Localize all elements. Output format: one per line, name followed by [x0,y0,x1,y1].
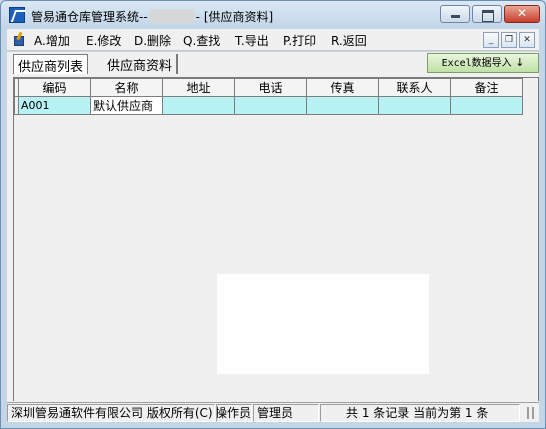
cell-phone[interactable] [234,96,307,115]
cell-fax[interactable] [306,96,379,115]
child-restore-icon[interactable]: ❐ [501,32,517,48]
column-header-phone[interactable]: 电话 [234,78,307,97]
status-operator-label: 操作员: [216,404,252,422]
status-bar: 深圳管易通软件有限公司 版权所有(C) 操作员: 管理员 共 1 条记录 当前为… [7,402,539,422]
status-operator-value: 管理员 [253,404,319,422]
cell-name[interactable]: 默认供应商 [90,96,163,115]
cell-address[interactable] [162,96,235,115]
child-close-icon[interactable]: ✕ [519,32,535,48]
arrow-down-icon: ↓ [515,56,525,69]
window-minimize-button[interactable] [440,5,470,23]
cell-code[interactable]: A001 [18,96,91,115]
excel-import-label: Excel数据导入 [441,58,512,69]
document-pen-icon [12,31,28,47]
menu-add[interactable]: A.增加 [34,32,70,49]
column-header-fax[interactable]: 传真 [306,78,379,97]
main-content: 供应商列表 供应商资料 Excel数据导入 ↓ 编码 名称 地址 电话 传真 联… [7,52,539,403]
menu-print[interactable]: P.打印 [283,32,316,49]
child-minimize-icon[interactable]: _ [483,32,499,48]
status-company: 深圳管易通软件有限公司 版权所有(C) [7,404,215,422]
window-maximize-button[interactable] [472,5,502,23]
title-bar[interactable]: 管易通仓库管理系统-- - [供应商资料] [1,1,545,29]
menu-delete[interactable]: D.删除 [134,32,171,49]
app-logo-icon [9,7,25,23]
cell-notes[interactable] [450,96,523,115]
column-header-name[interactable]: 名称 [90,78,163,97]
column-header-code[interactable]: 编码 [18,78,91,97]
table-header-row: 编码 名称 地址 电话 传真 联系人 备注 [14,78,523,97]
resize-grip-icon[interactable] [525,406,537,420]
tab-supplier-detail[interactable]: 供应商资料 [103,54,179,74]
table-row[interactable]: A001 默认供应商 [14,96,523,115]
menu-export[interactable]: T.导出 [235,32,269,49]
cell-contact[interactable] [378,96,451,115]
supplier-table: 编码 名称 地址 电话 传真 联系人 备注 A001 默认供应商 [14,78,523,115]
column-header-notes[interactable]: 备注 [450,78,523,97]
window-title: 管易通仓库管理系统-- - [供应商资料] [31,9,274,24]
menu-edit[interactable]: E.修改 [86,32,121,49]
window-close-button[interactable] [504,5,540,23]
menu-back[interactable]: R.返回 [331,32,367,49]
redacted-title-part [149,9,194,23]
column-header-contact[interactable]: 联系人 [378,78,451,97]
column-header-address[interactable]: 地址 [162,78,235,97]
menu-bar: A.增加 E.修改 D.删除 Q.查找 T.导出 P.打印 R.返回 _ ❐ ✕ [7,29,539,51]
app-window: 管易通仓库管理系统--- [供应商资料] A.增加 E.修改 D.删除 Q.查找… [0,0,546,429]
tab-supplier-list[interactable]: 供应商列表 [13,54,89,75]
status-record-info: 共 1 条记录 当前为第 1 条 [320,404,520,422]
menu-find[interactable]: Q.查找 [183,32,220,49]
excel-import-button[interactable]: Excel数据导入 ↓ [427,53,539,73]
blank-overlay [217,274,429,374]
